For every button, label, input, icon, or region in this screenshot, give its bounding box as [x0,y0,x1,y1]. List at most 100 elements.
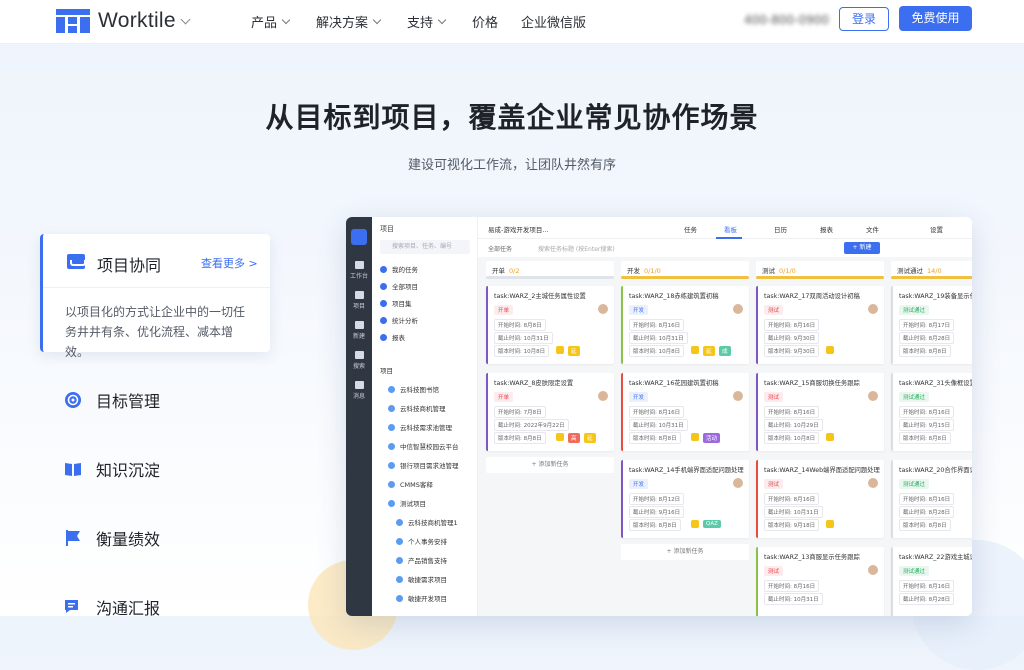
task-status-badge[interactable]: 开发 [629,479,649,489]
sidebar-search-input[interactable]: 搜索项目、任务、编号 [380,240,470,254]
tab-task[interactable]: 任务 [684,224,697,234]
task-status-badge[interactable]: 测试通过 [899,392,930,402]
task-end-date: 截止时间: 9月30日 [764,332,820,344]
sidebar-item-reports[interactable]: 报表 [380,332,476,342]
task-version-date: 版本时间: 8月8日 [899,519,951,531]
task-tag [691,520,699,528]
feature-performance[interactable]: 衡量绩效 [64,526,160,550]
task-status-badge[interactable]: 测试通过 [899,566,930,576]
task-search-input[interactable]: 搜索任务标题 (按Enter搜索) [538,244,615,253]
filter-all-tasks[interactable]: 全部任务 [488,244,512,253]
tab-calendar[interactable]: 日历 [774,224,787,234]
sidebar-project-item[interactable]: 中信智慧校园云平台 [388,441,484,451]
task-card[interactable]: task:WARZ_14手机端界面适配问题处理 开发 开始时间: 8月12日 截止时间… [621,460,749,538]
task-status-badge[interactable]: 开单 [494,392,514,402]
avatar [868,391,878,401]
task-card[interactable]: task:WARZ_13商服显示任务跟踪 测试 开始时间: 8月16日 截止时间: 1… [756,547,884,616]
new-task-button[interactable]: + 新建 [844,242,880,254]
nav-label: 产品 [251,16,278,31]
task-status-badge[interactable]: 开单 [494,305,514,315]
sidebar-item-portfolio[interactable]: 项目集 [380,298,476,308]
tab-report[interactable]: 报表 [820,224,833,234]
task-status-badge[interactable]: 测试 [764,566,784,576]
feature-knowledge[interactable]: 知识沉淀 [64,457,160,481]
sidebar-item-all-projects[interactable]: 全部项目 [380,281,476,291]
task-card[interactable]: task:WARZ_19装备显示任务测试通过开始时间: 8月17日截止时间: 8… [891,286,972,364]
task-tag: 成 [719,346,731,356]
rail-item-workbench[interactable]: 工作台 [346,261,372,280]
inbox-icon [67,254,86,269]
nav-product[interactable]: 产品 [251,12,291,31]
logo-mark-icon [56,9,90,33]
sidebar-project-item[interactable]: 测试项目 [388,498,484,508]
sidebar-project-item[interactable]: 云科技需求池管理 [388,422,484,432]
task-card[interactable]: task:WARZ_17双周活动设计初稿 测试 开始时间: 8月16日 截止时间: 9… [756,286,884,364]
project-title[interactable]: 易成-游戏开发项目... [488,224,549,234]
task-start-date: 开始时间: 8月16日 [629,319,685,331]
task-card[interactable]: task:WARZ_14Web端界面适配问题处理 测试 开始时间: 8月16日 截止时… [756,460,884,538]
feature-goal[interactable]: 目标管理 [64,388,160,412]
feature-card-project[interactable]: 项目协同 查看更多 > 以项目化的方式让企业中的一切任务井井有条、优化流程、减本… [40,234,270,359]
task-card[interactable]: task:WARZ_18赤练建筑置初稿 开发 开始时间: 8月16日 截止时间: 10… [621,286,749,364]
task-tag [826,433,834,441]
task-status-badge[interactable]: 开发 [629,392,649,402]
view-more-link[interactable]: 查看更多 > [201,255,258,271]
task-card[interactable]: task:WARZ_15商服切换任务跟踪 测试 开始时间: 8月16日 截止时间: 1… [756,373,884,451]
flag-icon [64,529,82,547]
rail-item-project[interactable]: 项目 [346,291,372,310]
free-trial-button[interactable]: 免费使用 [899,6,972,31]
worktile-logo[interactable]: Worktile [56,9,191,33]
task-title: task:WARZ_8皮肤限定设置 [494,380,574,387]
task-tag [691,433,699,441]
task-card[interactable]: task:WARZ_22游戏主城设计测试通过开始时间: 8月16日截止时间: 8… [891,547,972,616]
rail-item-search[interactable]: 搜索 [346,351,372,370]
task-card[interactable]: task:WARZ_2主城任务属性设置 开单 开始时间: 8月8日 截止时间: 10月… [486,286,614,364]
add-task-button[interactable]: + 添加新任务 [621,544,749,560]
task-status-badge[interactable]: 测试 [764,479,784,489]
rail-item-new[interactable]: 新建 [346,321,372,340]
app-rail: 工作台 项目 新建 搜索 消息 [346,217,372,616]
nav-pricing[interactable]: 价格 [472,12,498,31]
add-task-button[interactable]: + 添加新任务 [486,457,614,473]
task-version-date: 版本时间: 9月18日 [764,519,820,531]
nav-solutions[interactable]: 解决方案 [316,12,382,31]
sidebar-project-item[interactable]: 云科技商机管理 [388,403,484,413]
task-status-badge[interactable]: 开发 [629,305,649,315]
column-header[interactable]: 开单 0/2 [486,261,614,279]
task-card[interactable]: task:WARZ_8皮肤限定设置 开单 开始时间: 7月8日 截止时间: 2022年… [486,373,614,451]
settings-button[interactable]: 设置 [930,224,943,234]
nav-wecom[interactable]: 企业微信版 [521,12,586,31]
task-start-date: 开始时间: 8月16日 [764,493,820,505]
rail-item-message[interactable]: 消息 [346,381,372,400]
column-header[interactable]: 测试通过 14/0 [891,261,972,279]
task-start-date: 开始时间: 8月16日 [629,406,685,418]
task-status-badge[interactable]: 测试通过 [899,305,930,315]
nav-support[interactable]: 支持 [407,12,447,31]
column-count: 0/1/0 [644,267,661,275]
task-version-date: 版本时间: 8月8日 [494,432,546,444]
task-status-badge[interactable]: 测试 [764,392,784,402]
column-count: 14/0 [927,267,942,275]
sidebar-project-item[interactable]: 银行项目需求池管理 [388,460,484,470]
task-tag: QAZ [703,520,721,528]
column-header[interactable]: 测试 0/1/0 [756,261,884,279]
tab-files[interactable]: 文件 [866,224,879,234]
task-card[interactable]: task:WARZ_16花园建筑置初稿 开发 开始时间: 8月16日 截止时间: 10… [621,373,749,451]
task-card[interactable]: task:WARZ_20合作界面设计测试通过开始时间: 8月16日截止时间: 8… [891,460,972,538]
sidebar-item-analytics[interactable]: 统计分析 [380,315,476,325]
sidebar-project-item[interactable]: 云科技图书馆 [388,384,484,394]
sidebar-section-projects[interactable]: 项目 [380,365,476,375]
column-count: 0/1/0 [779,267,796,275]
task-card[interactable]: task:WARZ_31头像框设置 测试通过 开始时间: 8月16日 截止时间: 9月… [891,373,972,451]
sidebar-project-item[interactable]: CMMS客释 [388,479,484,489]
avatar [733,478,743,488]
feature-communication[interactable]: 沟通汇报 [64,595,160,619]
column-header[interactable]: 开发 0/1/0 [621,261,749,279]
tab-kanban[interactable]: 看板 [724,224,737,234]
phone-number: 400-800-0900 [744,13,830,27]
task-version-date: 版本时间: 8月8日 [629,432,681,444]
task-status-badge[interactable]: 测试通过 [899,479,930,489]
sidebar-item-my-tasks[interactable]: 我的任务 [380,264,476,274]
task-status-badge[interactable]: 测试 [764,305,784,315]
login-button[interactable]: 登录 [839,7,889,31]
